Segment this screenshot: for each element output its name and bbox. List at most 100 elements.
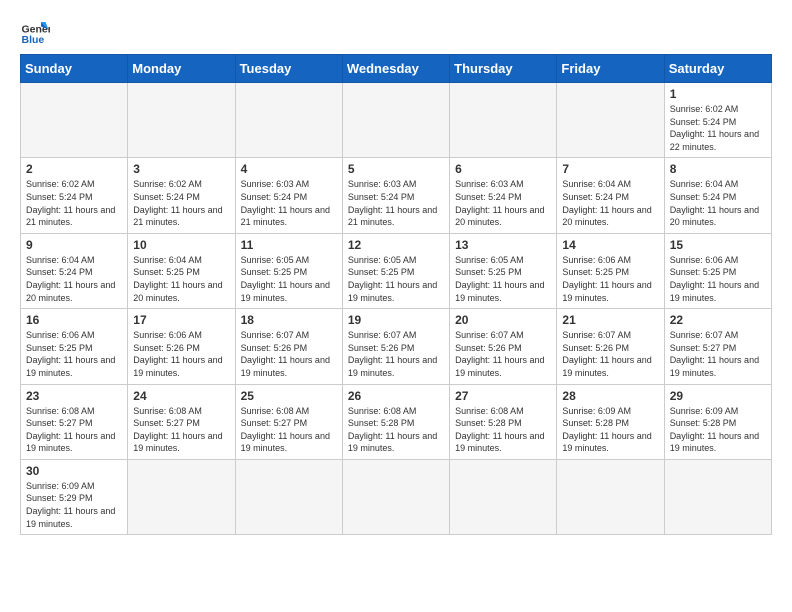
calendar-cell: 25Sunrise: 6:08 AMSunset: 5:27 PMDayligh… — [235, 384, 342, 459]
day-info: Sunrise: 6:04 AMSunset: 5:24 PMDaylight:… — [562, 178, 658, 228]
week-row-6: 30 Sunrise: 6:09 AMSunset: 5:29 PMDayligh… — [21, 459, 772, 534]
day-number: 29 — [670, 389, 766, 403]
calendar-cell: 18 Sunrise: 6:07 AMSunset: 5:26 PMDayligh… — [235, 309, 342, 384]
day-number: 3 — [133, 162, 229, 176]
calendar-cell — [342, 83, 449, 158]
dow-header-sunday: Sunday — [21, 55, 128, 83]
day-info: Sunrise: 6:03 AMSunset: 5:24 PMDaylight:… — [455, 178, 551, 228]
calendar-cell — [557, 83, 664, 158]
day-info: Sunrise: 6:08 AMSunset: 5:28 PMDaylight:… — [455, 405, 551, 455]
week-row-3: 9 Sunrise: 6:04 AMSunset: 5:24 PMDaylight… — [21, 233, 772, 308]
day-number: 18 — [241, 313, 337, 327]
day-info: Sunrise: 6:02 AMSunset: 5:24 PMDaylight:… — [26, 178, 122, 228]
calendar-cell: 26 Sunrise: 6:08 AMSunset: 5:28 PMDayligh… — [342, 384, 449, 459]
calendar-cell — [450, 459, 557, 534]
calendar-cell — [450, 83, 557, 158]
day-number: 4 — [241, 162, 337, 176]
day-number: 21 — [562, 313, 658, 327]
day-info: Sunrise: 6:04 AMSunset: 5:24 PMDaylight:… — [670, 178, 766, 228]
calendar-cell — [235, 83, 342, 158]
calendar-cell: 4 Sunrise: 6:03 AMSunset: 5:24 PMDaylight… — [235, 158, 342, 233]
day-info: Sunrise: 6:04 AMSunset: 5:25 PMDaylight:… — [133, 254, 229, 304]
calendar-cell — [664, 459, 771, 534]
day-number: 10 — [133, 238, 229, 252]
calendar-cell: 5 Sunrise: 6:03 AMSunset: 5:24 PMDaylight… — [342, 158, 449, 233]
day-info: Sunrise: 6:03 AMSunset: 5:24 PMDaylight:… — [348, 178, 444, 228]
day-number: 16 — [26, 313, 122, 327]
dow-header-friday: Friday — [557, 55, 664, 83]
calendar-cell: 14Sunrise: 6:06 AMSunset: 5:25 PMDayligh… — [557, 233, 664, 308]
week-row-2: 2 Sunrise: 6:02 AMSunset: 5:24 PMDaylight… — [21, 158, 772, 233]
day-info: Sunrise: 6:04 AMSunset: 5:24 PMDaylight:… — [26, 254, 122, 304]
calendar-cell: 2 Sunrise: 6:02 AMSunset: 5:24 PMDaylight… — [21, 158, 128, 233]
calendar-cell: 20 Sunrise: 6:07 AMSunset: 5:26 PMDayligh… — [450, 309, 557, 384]
day-info: Sunrise: 6:08 AMSunset: 5:27 PMDaylight:… — [26, 405, 122, 455]
day-number: 23 — [26, 389, 122, 403]
calendar-cell — [128, 83, 235, 158]
day-info: Sunrise: 6:05 AMSunset: 5:25 PMDaylight:… — [455, 254, 551, 304]
day-number: 6 — [455, 162, 551, 176]
days-of-week-row: SundayMondayTuesdayWednesdayThursdayFrid… — [21, 55, 772, 83]
day-info: Sunrise: 6:09 AMSunset: 5:28 PMDaylight:… — [562, 405, 658, 455]
calendar-cell: 13Sunrise: 6:05 AMSunset: 5:25 PMDayligh… — [450, 233, 557, 308]
calendar-cell: 17 Sunrise: 6:06 AMSunset: 5:26 PMDayligh… — [128, 309, 235, 384]
dow-header-saturday: Saturday — [664, 55, 771, 83]
day-info: Sunrise: 6:08 AMSunset: 5:27 PMDaylight:… — [133, 405, 229, 455]
day-number: 26 — [348, 389, 444, 403]
calendar-body: 1 Sunrise: 6:02 AMSunset: 5:24 PMDaylight… — [21, 83, 772, 535]
calendar-cell: 29Sunrise: 6:09 AMSunset: 5:28 PMDayligh… — [664, 384, 771, 459]
day-info: Sunrise: 6:08 AMSunset: 5:28 PMDaylight:… — [348, 405, 444, 455]
day-info: Sunrise: 6:05 AMSunset: 5:25 PMDaylight:… — [348, 254, 444, 304]
day-info: Sunrise: 6:09 AMSunset: 5:29 PMDaylight:… — [26, 480, 122, 530]
day-number: 11 — [241, 238, 337, 252]
day-info: Sunrise: 6:07 AMSunset: 5:26 PMDaylight:… — [241, 329, 337, 379]
svg-text:Blue: Blue — [22, 34, 45, 46]
dow-header-thursday: Thursday — [450, 55, 557, 83]
day-info: Sunrise: 6:02 AMSunset: 5:24 PMDaylight:… — [670, 103, 766, 153]
calendar-cell: 9 Sunrise: 6:04 AMSunset: 5:24 PMDaylight… — [21, 233, 128, 308]
day-info: Sunrise: 6:06 AMSunset: 5:25 PMDaylight:… — [562, 254, 658, 304]
week-row-1: 1 Sunrise: 6:02 AMSunset: 5:24 PMDaylight… — [21, 83, 772, 158]
day-info: Sunrise: 6:08 AMSunset: 5:27 PMDaylight:… — [241, 405, 337, 455]
day-info: Sunrise: 6:07 AMSunset: 5:26 PMDaylight:… — [455, 329, 551, 379]
calendar-cell: 10 Sunrise: 6:04 AMSunset: 5:25 PMDayligh… — [128, 233, 235, 308]
calendar-cell: 22Sunrise: 6:07 AMSunset: 5:27 PMDayligh… — [664, 309, 771, 384]
calendar-cell — [235, 459, 342, 534]
day-number: 15 — [670, 238, 766, 252]
day-number: 8 — [670, 162, 766, 176]
day-number: 9 — [26, 238, 122, 252]
day-number: 17 — [133, 313, 229, 327]
calendar-cell — [21, 83, 128, 158]
day-number: 1 — [670, 87, 766, 101]
calendar-cell: 21Sunrise: 6:07 AMSunset: 5:26 PMDayligh… — [557, 309, 664, 384]
calendar-cell: 19 Sunrise: 6:07 AMSunset: 5:26 PMDayligh… — [342, 309, 449, 384]
day-info: Sunrise: 6:03 AMSunset: 5:24 PMDaylight:… — [241, 178, 337, 228]
day-number: 19 — [348, 313, 444, 327]
day-number: 20 — [455, 313, 551, 327]
day-number: 7 — [562, 162, 658, 176]
calendar-cell: 27 Sunrise: 6:08 AMSunset: 5:28 PMDayligh… — [450, 384, 557, 459]
day-number: 5 — [348, 162, 444, 176]
calendar-cell: 6 Sunrise: 6:03 AMSunset: 5:24 PMDaylight… — [450, 158, 557, 233]
day-number: 22 — [670, 313, 766, 327]
day-number: 28 — [562, 389, 658, 403]
calendar-cell: 12Sunrise: 6:05 AMSunset: 5:25 PMDayligh… — [342, 233, 449, 308]
day-info: Sunrise: 6:02 AMSunset: 5:24 PMDaylight:… — [133, 178, 229, 228]
day-number: 2 — [26, 162, 122, 176]
day-info: Sunrise: 6:06 AMSunset: 5:25 PMDaylight:… — [26, 329, 122, 379]
calendar-cell — [557, 459, 664, 534]
day-number: 30 — [26, 464, 122, 478]
day-number: 27 — [455, 389, 551, 403]
calendar-cell: 16 Sunrise: 6:06 AMSunset: 5:25 PMDayligh… — [21, 309, 128, 384]
week-row-4: 16 Sunrise: 6:06 AMSunset: 5:25 PMDayligh… — [21, 309, 772, 384]
calendar-cell: 28 Sunrise: 6:09 AMSunset: 5:28 PMDayligh… — [557, 384, 664, 459]
calendar-cell: 8 Sunrise: 6:04 AMSunset: 5:24 PMDaylight… — [664, 158, 771, 233]
calendar-cell — [342, 459, 449, 534]
calendar-cell: 1 Sunrise: 6:02 AMSunset: 5:24 PMDaylight… — [664, 83, 771, 158]
calendar-cell: 3 Sunrise: 6:02 AMSunset: 5:24 PMDaylight… — [128, 158, 235, 233]
dow-header-wednesday: Wednesday — [342, 55, 449, 83]
day-info: Sunrise: 6:07 AMSunset: 5:26 PMDaylight:… — [348, 329, 444, 379]
day-info: Sunrise: 6:06 AMSunset: 5:26 PMDaylight:… — [133, 329, 229, 379]
calendar-cell: 15Sunrise: 6:06 AMSunset: 5:25 PMDayligh… — [664, 233, 771, 308]
logo-icon: General Blue — [20, 16, 50, 46]
